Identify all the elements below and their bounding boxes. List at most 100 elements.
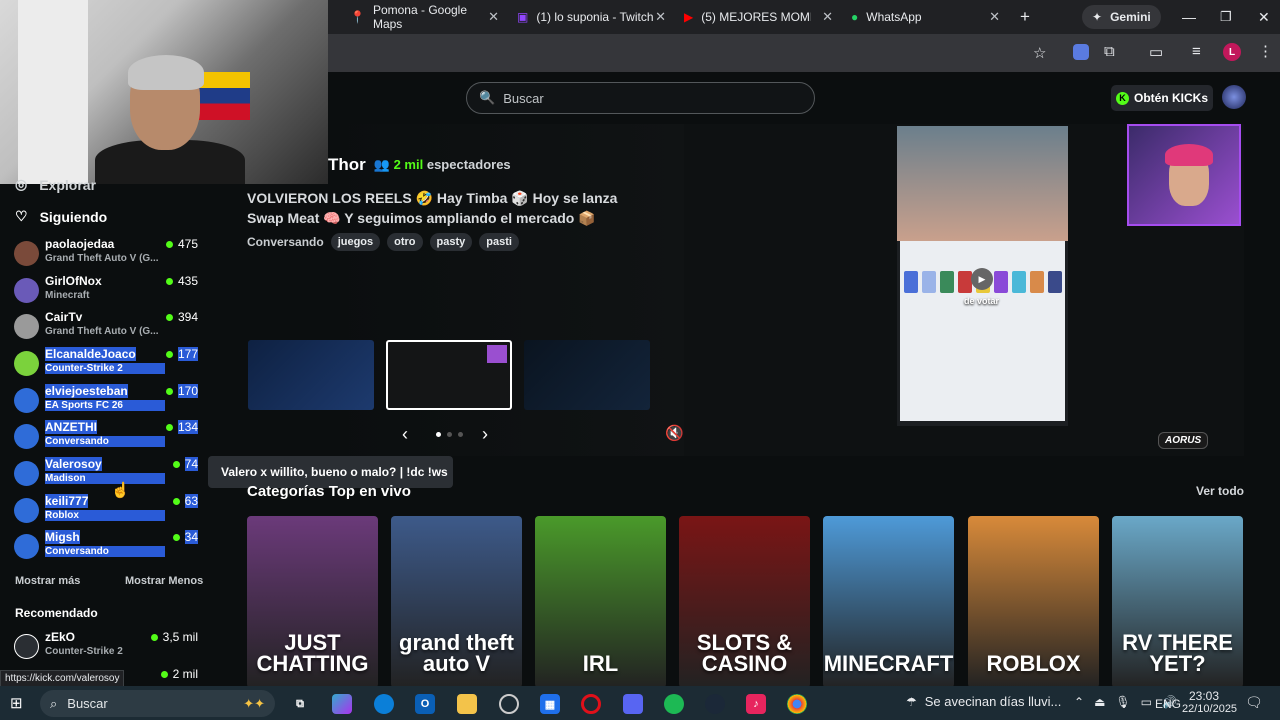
minimize-window-icon[interactable]: — xyxy=(1172,4,1206,30)
close-tab-icon[interactable]: ✕ xyxy=(822,9,833,25)
show-more-button[interactable]: Mostrar más xyxy=(15,575,80,587)
category-label: RV THERE YET? xyxy=(1122,630,1233,676)
mic-icon: 🎙 xyxy=(1115,695,1131,709)
tag-chip[interactable]: pasty xyxy=(429,233,473,251)
category-card[interactable]: MINECRAFT xyxy=(823,516,954,688)
steam-icon[interactable] xyxy=(705,694,725,714)
recommended-channel[interactable]: zEkO Counter-Strike 2 3,5 mil xyxy=(14,630,204,664)
tab-whatsapp[interactable]: ● WhatsApp ✕ xyxy=(841,4,1006,30)
live-dot-icon xyxy=(165,313,173,321)
sidebar-channel[interactable]: Migsh Conversando 34 xyxy=(14,530,204,564)
file-explorer-icon[interactable] xyxy=(457,694,477,714)
tab-google-maps[interactable]: 📍 Pomona - Google Maps ✕ xyxy=(340,3,505,31)
play-icon[interactable]: ▶ xyxy=(971,268,993,290)
category-card[interactable]: JUST CHATTING xyxy=(247,516,378,688)
spotify-icon[interactable] xyxy=(664,694,684,714)
maximize-window-icon[interactable]: ❐ xyxy=(1210,4,1242,30)
carousel-next-icon[interactable]: › xyxy=(482,424,488,445)
stream-title[interactable]: VOLVIERON LOS REELS 🤣 Hay Timba 🎲 Hoy se… xyxy=(247,188,647,228)
weather-widget[interactable]: ☂ Se avecinan días lluvi... xyxy=(906,694,1061,709)
category-card[interactable]: IRL xyxy=(535,516,666,688)
discord-icon[interactable] xyxy=(623,694,643,714)
carousel-thumbnail-active[interactable] xyxy=(386,340,512,410)
notifications-icon[interactable]: 🗨 xyxy=(1245,694,1263,711)
tag-chip[interactable]: pasti xyxy=(479,233,519,251)
bookmark-star-icon[interactable]: ☆ xyxy=(1033,44,1046,62)
tag-chip[interactable]: juegos xyxy=(330,233,381,251)
channel-avatar xyxy=(14,634,39,659)
featured-streamer: Thor 👥 2 mil espectadores xyxy=(328,155,511,175)
channel-name: ElcanaldeJoaco xyxy=(45,347,136,361)
new-tab-button[interactable]: + xyxy=(1010,4,1040,30)
get-kicks-button[interactable]: K Obtén KICKs xyxy=(1111,85,1213,111)
network-icon: ▭ xyxy=(1140,695,1152,709)
sidebar-channel[interactable]: Valerosoy Madison 74 xyxy=(14,457,204,491)
featured-video[interactable]: ▶ de votar xyxy=(897,126,1068,426)
clock[interactable]: 23:03 22/10/2025 xyxy=(1182,689,1237,715)
category-card[interactable]: ROBLOX xyxy=(968,516,1099,688)
see-all-link[interactable]: Ver todo xyxy=(1196,484,1244,498)
obs-icon[interactable] xyxy=(499,694,519,714)
channel-viewers: 134 xyxy=(165,420,198,434)
channel-name: Valerosoy xyxy=(45,457,102,471)
channel-avatar xyxy=(14,424,39,449)
channel-viewers: 34 xyxy=(172,530,198,544)
user-avatar[interactable] xyxy=(1222,85,1246,109)
show-less-button[interactable]: Mostrar Menos xyxy=(125,575,203,587)
sidebar-channel[interactable]: paolaojedaa Grand Theft Auto V (G... 475 xyxy=(14,237,204,271)
menu-icon[interactable]: ⋮ xyxy=(1258,42,1273,60)
tab-twitch[interactable]: ▣ (1) lo suponia - Twitch ✕ xyxy=(507,4,672,30)
carousel-prev-icon[interactable]: ‹ xyxy=(402,424,408,445)
task-view-icon[interactable]: ⧉ xyxy=(290,694,310,714)
sidebar-channel[interactable]: ANZETHI Conversando 134 xyxy=(14,420,204,454)
tag-chip[interactable]: otro xyxy=(387,233,423,251)
sidebar-channel[interactable]: ElcanaldeJoaco Counter-Strike 2 177 xyxy=(14,347,204,381)
opera-icon[interactable] xyxy=(581,694,601,714)
search-input[interactable]: 🔍 Buscar xyxy=(466,82,815,114)
sidebar-item-explore[interactable]: ◎ Explorar xyxy=(15,176,96,193)
close-tab-icon[interactable]: ✕ xyxy=(488,9,499,25)
category-card[interactable]: SLOTS & CASINO xyxy=(679,516,810,688)
chrome-icon[interactable] xyxy=(787,694,807,714)
channel-avatar xyxy=(14,241,39,266)
sidebar-channel[interactable]: elviejoesteban EA Sports FC 26 170 xyxy=(14,384,204,418)
tab-youtube[interactable]: ▶ (5) MEJORES MOMENTO ✕ xyxy=(674,4,839,30)
channel-viewers: 74 xyxy=(172,457,198,471)
outlook-icon[interactable]: O xyxy=(415,694,435,714)
media-icon[interactable]: ≡ xyxy=(1192,43,1201,60)
edge-icon[interactable] xyxy=(374,694,394,714)
carousel-thumbnail[interactable] xyxy=(248,340,374,410)
channel-name: keili777 xyxy=(45,494,89,508)
close-tab-icon[interactable]: ✕ xyxy=(989,9,1000,25)
close-tab-icon[interactable]: ✕ xyxy=(655,9,666,25)
tiktok-icon[interactable]: ♪ xyxy=(746,694,766,714)
sidebar-channel[interactable]: CairTv Grand Theft Auto V (G... 394 xyxy=(14,310,204,344)
category-card[interactable]: grand theft auto V xyxy=(391,516,522,688)
copilot-icon[interactable] xyxy=(332,694,352,714)
taskbar-search[interactable]: ⌕ Buscar ✦✦ xyxy=(40,690,275,717)
stream-category[interactable]: Conversando xyxy=(247,235,324,249)
sidebar-channel[interactable]: keili777 Roblox 63 xyxy=(14,494,204,528)
store-icon[interactable]: ▦ xyxy=(540,694,560,714)
channel-viewers: 475 xyxy=(165,237,198,251)
live-dot-icon xyxy=(150,633,158,641)
channel-viewers: 177 xyxy=(165,347,198,361)
cast-icon[interactable]: ▭ xyxy=(1149,43,1163,61)
language-indicator[interactable]: ENG xyxy=(1155,697,1181,711)
category-card[interactable]: RV THERE YET? xyxy=(1112,516,1243,688)
sidebar-channel[interactable]: GirlOfNox Minecraft 435 xyxy=(14,274,204,308)
categories-heading: Categorías Top en vivo xyxy=(247,483,411,500)
video-overlay-text: de votar xyxy=(964,296,1000,306)
windows-start-icon[interactable]: ⊞ xyxy=(10,694,23,712)
gemini-button[interactable]: ✦ Gemini xyxy=(1082,5,1161,29)
sidebar-item-following[interactable]: ♡ Siguiendo xyxy=(15,208,107,225)
profile-avatar[interactable]: L xyxy=(1223,43,1241,61)
streamer-name[interactable]: Thor xyxy=(328,155,366,175)
muted-speaker-icon[interactable]: 🔇 xyxy=(665,424,685,442)
puzzle-icon[interactable]: ⧉ xyxy=(1104,43,1115,60)
channel-game: EA Sports FC 26 xyxy=(45,400,165,411)
carousel-thumbnail[interactable] xyxy=(524,340,650,410)
channel-game: Counter-Strike 2 xyxy=(45,363,165,374)
close-window-icon[interactable]: ✕ xyxy=(1248,4,1280,30)
extension-icon[interactable] xyxy=(1073,44,1089,60)
